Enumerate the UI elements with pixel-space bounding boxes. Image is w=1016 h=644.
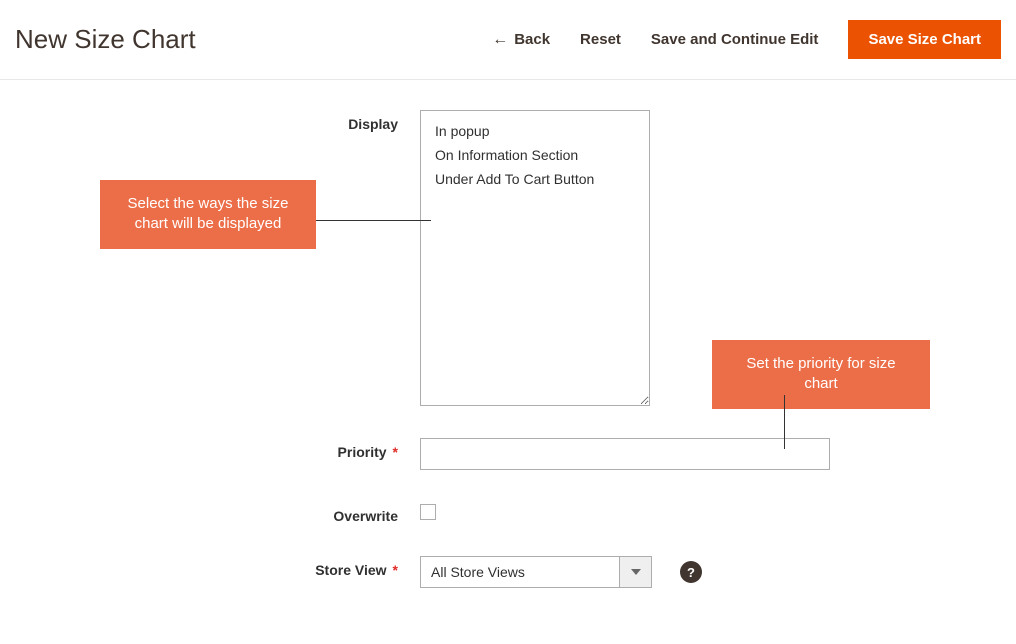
save-continue-label: Save and Continue Edit [651,31,819,48]
display-option[interactable]: In popup [421,119,649,143]
row-priority: Priority* [0,438,1016,470]
storeview-label: Store View* [0,556,420,578]
priority-label: Priority* [0,438,420,460]
display-multiselect[interactable]: In popup On Information Section Under Ad… [420,110,650,406]
required-asterisk: * [393,562,398,578]
display-option[interactable]: On Information Section [421,143,649,167]
row-overwrite: Overwrite [0,502,1016,524]
chevron-down-icon [631,569,641,575]
help-icon[interactable]: ? [680,561,702,583]
toolbar: ← Back Reset Save and Continue Edit Save… [492,20,1001,59]
save-button[interactable]: Save Size Chart [848,20,1001,59]
storeview-select[interactable]: All Store Views [420,556,620,588]
callout-connector [784,395,785,449]
overwrite-label: Overwrite [0,502,420,524]
form-area: Display In popup On Information Section … [0,80,1016,588]
display-label: Display [0,110,420,132]
display-option[interactable]: Under Add To Cart Button [421,167,649,191]
row-storeview: Store View* All Store Views ? [0,556,1016,588]
callout-connector [316,220,431,221]
save-continue-button[interactable]: Save and Continue Edit [651,31,819,48]
callout-priority: Set the priority for size chart [712,340,930,409]
display-control: In popup On Information Section Under Ad… [420,110,650,406]
overwrite-checkbox[interactable] [420,504,436,520]
reset-label: Reset [580,31,621,48]
overwrite-control [420,502,436,520]
reset-button[interactable]: Reset [580,31,621,48]
storeview-select-wrap: All Store Views ? [420,556,702,588]
page-header: New Size Chart ← Back Reset Save and Con… [0,0,1016,80]
callout-display: Select the ways the size chart will be d… [100,180,316,249]
required-asterisk: * [393,444,398,460]
storeview-control: All Store Views ? [420,556,702,588]
arrow-left-icon: ← [492,31,508,49]
page-title: New Size Chart [15,24,492,55]
back-button[interactable]: ← Back [492,31,550,49]
priority-control [420,438,830,470]
back-label: Back [514,31,550,48]
storeview-dropdown-button[interactable] [620,556,652,588]
priority-input[interactable] [420,438,830,470]
